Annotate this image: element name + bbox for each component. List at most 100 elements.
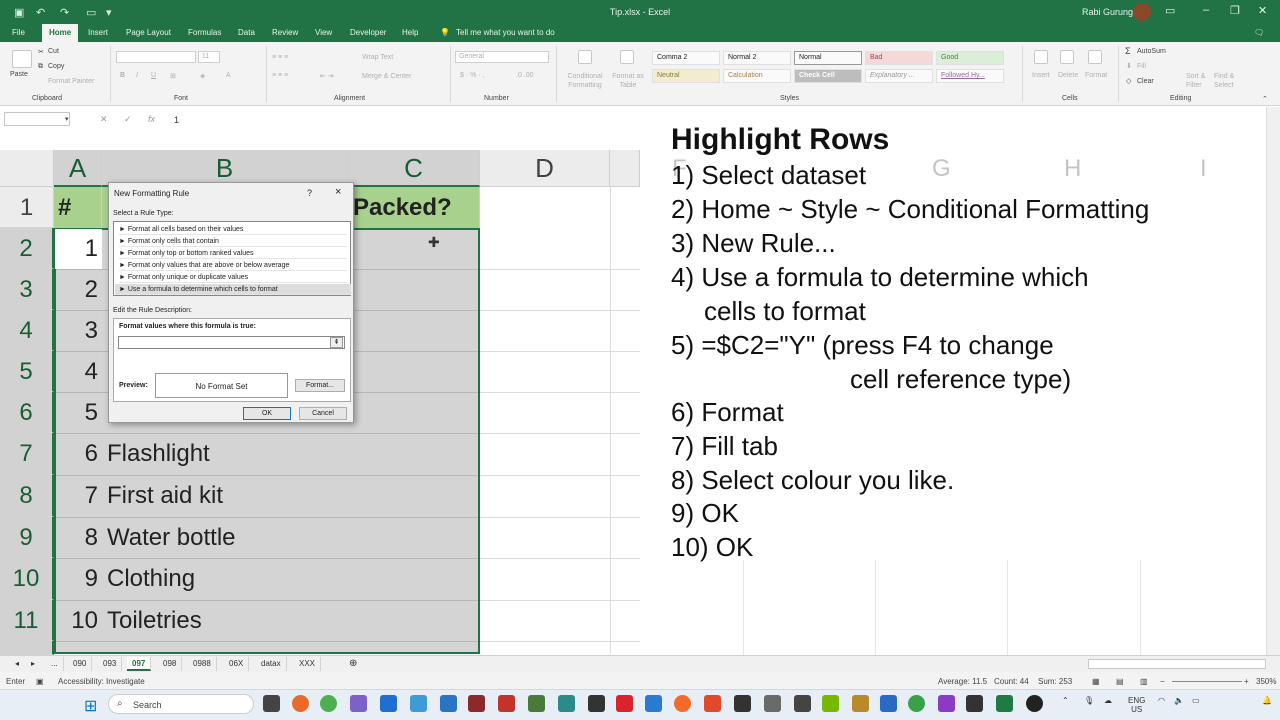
tab-page-layout[interactable]: Page Layout [126, 28, 171, 37]
fill-color-icon[interactable]: ◈ [200, 72, 205, 80]
cell-item[interactable]: Clothing [102, 558, 348, 600]
zoom-slider[interactable] [1172, 681, 1242, 682]
add-sheet-icon[interactable]: ⊕ [344, 657, 362, 671]
sheet-tab[interactable]: datax [256, 657, 287, 671]
zoom-level[interactable]: 350% [1256, 677, 1276, 686]
number-format-box[interactable]: General [455, 51, 549, 63]
row-header-10[interactable]: 10 [0, 558, 54, 600]
wrap-text-button[interactable]: Wrap Text [362, 54, 393, 61]
cell-number[interactable]: 2 [54, 269, 102, 310]
indent-icon[interactable]: ⇤ ⇥ [320, 72, 334, 80]
row-header-2[interactable]: 2 [0, 228, 54, 269]
ok-button[interactable]: OK [243, 407, 291, 420]
cell-item[interactable]: Water bottle [102, 517, 348, 558]
rule-type-option[interactable]: ► Format only top or bottom ranked value… [119, 248, 347, 259]
insert-cells-icon[interactable] [1034, 50, 1048, 64]
delete-cells-icon[interactable] [1060, 50, 1074, 64]
visual-studio-icon[interactable] [938, 695, 955, 712]
scroll-tabs-right-icon[interactable]: ▸ [26, 657, 40, 671]
style-neutral[interactable]: Neutral [652, 69, 720, 83]
format-button[interactable]: Format... [295, 379, 345, 392]
tell-me-search[interactable]: Tell me what you want to do [456, 28, 555, 37]
notification-icon[interactable]: 🔔 [1262, 696, 1272, 705]
microphone-icon[interactable]: 🎙 [1084, 696, 1094, 705]
confirm-entry-icon[interactable]: ✓ [124, 114, 132, 125]
windows-start-icon[interactable]: ⊞ [84, 696, 97, 716]
cell-number[interactable]: 8 [54, 517, 102, 558]
cell-number[interactable]: 6 [54, 433, 102, 475]
rule-type-option[interactable]: ► Format only cells that contain [119, 236, 347, 247]
tab-developer[interactable]: Developer [350, 28, 386, 37]
app-chrome2-icon[interactable] [908, 695, 925, 712]
battery-icon[interactable]: ▭ [1192, 696, 1200, 705]
style-calculation[interactable]: Calculation [723, 69, 791, 83]
formula-input-field[interactable] [118, 336, 345, 349]
tab-insert[interactable]: Insert [88, 28, 108, 37]
font-name-box[interactable] [116, 51, 196, 63]
row-header-6[interactable]: 6 [0, 392, 54, 433]
cut-icon[interactable]: ✂ [38, 48, 44, 56]
app-gold-icon[interactable] [852, 695, 869, 712]
volume-icon[interactable]: 🔈 [1174, 696, 1184, 705]
comments-icon[interactable]: 🗨 [1254, 28, 1264, 37]
page-layout-view-icon[interactable]: ▤ [1116, 677, 1124, 686]
chevron-down-icon[interactable]: ▾ [65, 115, 69, 123]
autosum-icon[interactable]: Σ [1125, 46, 1131, 56]
chrome-icon[interactable] [320, 695, 337, 712]
style-bad[interactable]: Bad [865, 51, 933, 65]
cut-button[interactable]: Cut [48, 48, 59, 55]
cell-number[interactable]: 3 [54, 310, 102, 351]
row-header-12[interactable] [0, 641, 54, 655]
filezilla-icon[interactable] [468, 695, 485, 712]
row-header-4[interactable]: 4 [0, 310, 54, 351]
accessibility-status[interactable]: Accessibility: Investigate [58, 677, 145, 686]
ribbon-display-icon[interactable]: ▭ [1165, 4, 1175, 17]
row-header-7[interactable]: 7 [0, 433, 54, 475]
app-teal-icon[interactable] [558, 695, 575, 712]
user-avatar[interactable] [1133, 3, 1151, 21]
format-as-table-icon[interactable] [620, 50, 634, 64]
delete-cells-button[interactable]: Delete [1058, 72, 1078, 79]
underline-button[interactable]: U [151, 72, 156, 79]
row-header-1[interactable]: 1 [0, 187, 54, 228]
row-header-11[interactable]: 11 [0, 600, 54, 641]
task-view-icon[interactable] [263, 695, 280, 712]
paste-button[interactable]: Paste [10, 71, 28, 78]
cell-item[interactable]: First aid kit [102, 475, 348, 517]
style-good[interactable]: Good [936, 51, 1004, 65]
tab-data[interactable]: Data [238, 28, 255, 37]
cell-number[interactable]: 1 [54, 228, 102, 269]
autosum-button[interactable]: AutoSum [1137, 48, 1166, 55]
tab-review[interactable]: Review [272, 28, 298, 37]
minimize-icon[interactable]: – [1203, 4, 1209, 16]
tab-help[interactable]: Help [402, 28, 418, 37]
vertical-scrollbar[interactable] [1266, 107, 1280, 655]
conditional-formatting-button[interactable]: Conditional Formatting [562, 72, 608, 90]
style-explanatory[interactable]: Explanatory ... [865, 69, 933, 83]
decimal-icon[interactable]: .0 .00 [516, 72, 534, 79]
app-terminal-icon[interactable] [794, 695, 811, 712]
fill-icon[interactable]: ⬇ [1126, 62, 1132, 70]
onenote-icon[interactable] [410, 695, 427, 712]
app-blue-icon[interactable] [880, 695, 897, 712]
macro-record-icon[interactable]: ▣ [36, 677, 44, 686]
font-color-icon[interactable]: A [226, 72, 231, 79]
font-size-box[interactable]: 11 [198, 51, 220, 63]
normal-view-icon[interactable]: ▦ [1092, 677, 1100, 686]
cell-number[interactable]: 5 [54, 392, 102, 433]
cell-item[interactable]: Toiletries [102, 600, 348, 641]
row-header-8[interactable]: 8 [0, 475, 54, 517]
language-indicator[interactable]: ENG US [1128, 696, 1145, 714]
scroll-tabs-left-icon[interactable]: ◂ [10, 657, 24, 671]
sort-filter-button[interactable]: Sort & Filter [1186, 72, 1210, 90]
onedrive-icon[interactable]: ☁ [1104, 696, 1112, 705]
zoom-out-icon[interactable]: − [1160, 677, 1165, 686]
formula-input[interactable]: 1 [174, 115, 179, 125]
sheet-tab-more[interactable]: ... [46, 657, 64, 671]
style-comma-2[interactable]: Comma 2 [652, 51, 720, 65]
sheet-tab[interactable]: 06X [224, 657, 250, 671]
find-select-button[interactable]: Find & Select [1214, 72, 1244, 90]
cell-item[interactable]: Flashlight [102, 433, 348, 475]
tab-file[interactable]: File [12, 28, 25, 37]
sheet-tab[interactable]: 090 [68, 657, 93, 671]
